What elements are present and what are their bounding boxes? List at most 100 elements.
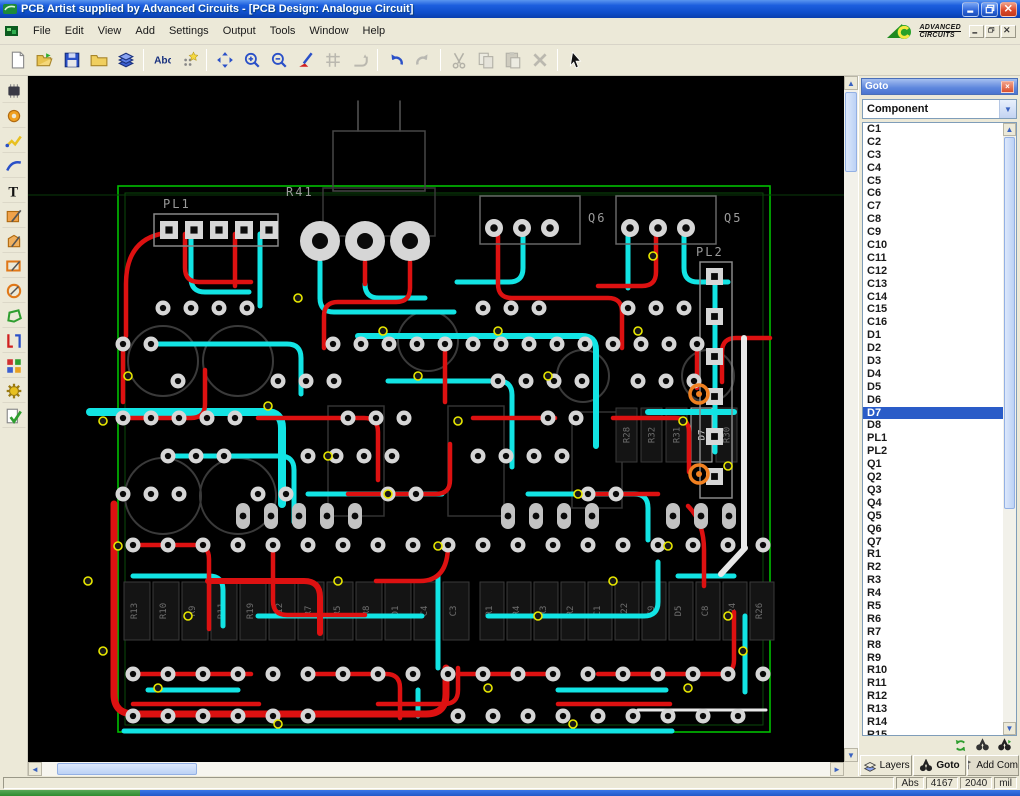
goto-list-scrollbar[interactable]: ▲ ▼ (1003, 123, 1016, 735)
add-text-button[interactable]: Abc (148, 47, 175, 74)
goto-list-item-r6[interactable]: R6 (863, 613, 1003, 626)
goto-list-item-r12[interactable]: R12 (863, 690, 1003, 703)
board-outline-tool-button[interactable] (2, 254, 26, 278)
design-folder-button[interactable] (85, 47, 112, 74)
canvas-horizontal-scrollbar[interactable]: ◄ ► (28, 762, 844, 776)
close-button[interactable] (1000, 2, 1017, 17)
copper-pour-tool-button[interactable] (2, 204, 26, 228)
goto-list-item-q4[interactable]: Q4 (863, 497, 1003, 510)
goto-list-item-d7[interactable]: D7 (863, 407, 1003, 420)
goto-list-item-r13[interactable]: R13 (863, 703, 1003, 716)
goto-list-item-c5[interactable]: C5 (863, 175, 1003, 188)
minimize-button[interactable] (962, 2, 979, 17)
goto-list-item-q2[interactable]: Q2 (863, 471, 1003, 484)
add-component-tool-button[interactable] (2, 79, 26, 103)
vertical-scroll-thumb[interactable] (845, 92, 857, 172)
mdi-minimize-button[interactable] (969, 25, 984, 38)
goto-list-item-r5[interactable]: R5 (863, 600, 1003, 613)
menu-item-settings[interactable]: Settings (162, 22, 216, 40)
toggle-grid-button[interactable] (319, 47, 346, 74)
goto-list-item-q5[interactable]: Q5 (863, 510, 1003, 523)
goto-list-item-c14[interactable]: C14 (863, 291, 1003, 304)
goto-list-item-r3[interactable]: R3 (863, 574, 1003, 587)
menu-item-edit[interactable]: Edit (58, 22, 91, 40)
scroll-right-icon[interactable]: ► (830, 762, 844, 776)
copy-button[interactable] (472, 47, 499, 74)
goto-list-item-c3[interactable]: C3 (863, 149, 1003, 162)
goto-list-item-c15[interactable]: C15 (863, 303, 1003, 316)
goto-list-item-r10[interactable]: R10 (863, 664, 1003, 677)
goto-list-item-d6[interactable]: D6 (863, 394, 1003, 407)
goto-list-item-d1[interactable]: D1 (863, 329, 1003, 342)
open-design-button[interactable] (31, 47, 58, 74)
horizontal-scroll-thumb[interactable] (57, 763, 197, 775)
cut-button[interactable] (445, 47, 472, 74)
polygon-shape-tool-button[interactable] (2, 304, 26, 328)
measure-tool-button[interactable] (2, 329, 26, 353)
canvas-vertical-scrollbar[interactable]: ▲ ▼ (844, 76, 858, 762)
view-all-button[interactable] (211, 47, 238, 74)
goto-list-item-r1[interactable]: R1 (863, 548, 1003, 561)
mdi-restore-button[interactable] (985, 25, 1000, 38)
track-tool-button[interactable] (2, 129, 26, 153)
goto-list-item-r11[interactable]: R11 (863, 677, 1003, 690)
locate-next-icon[interactable] (996, 738, 1012, 753)
goto-list-item-c7[interactable]: C7 (863, 200, 1003, 213)
tab-layers[interactable]: Layers (860, 755, 912, 776)
chevron-down-icon[interactable]: ▼ (999, 100, 1016, 118)
menu-item-add[interactable]: Add (128, 22, 162, 40)
goto-list-item-c12[interactable]: C12 (863, 265, 1003, 278)
redo-button[interactable] (409, 47, 436, 74)
goto-list-item-c9[interactable]: C9 (863, 226, 1003, 239)
goto-list-item-q3[interactable]: Q3 (863, 484, 1003, 497)
menu-item-tools[interactable]: Tools (263, 22, 303, 40)
component-bin-tool-button[interactable] (2, 354, 26, 378)
goto-list-item-d8[interactable]: D8 (863, 419, 1003, 432)
menu-item-help[interactable]: Help (356, 22, 393, 40)
goto-list-item-q6[interactable]: Q6 (863, 523, 1003, 536)
goto-list-item-r8[interactable]: R8 (863, 639, 1003, 652)
freehand-shape-tool-button[interactable] (2, 154, 26, 178)
text-tool-button[interactable]: T (2, 179, 26, 203)
flip-view-button[interactable] (346, 47, 373, 74)
scroll-left-icon[interactable]: ◄ (28, 762, 42, 776)
menu-item-view[interactable]: View (91, 22, 129, 40)
goto-list-item-d2[interactable]: D2 (863, 342, 1003, 355)
add-pad-button[interactable] (175, 47, 202, 74)
paste-button[interactable] (499, 47, 526, 74)
goto-list-item-d3[interactable]: D3 (863, 355, 1003, 368)
menu-item-output[interactable]: Output (216, 22, 263, 40)
goto-list-item-c1[interactable]: C1 (863, 123, 1003, 136)
list-scroll-thumb[interactable] (1004, 137, 1015, 509)
goto-type-select[interactable]: Component ▼ (862, 99, 1017, 119)
scroll-down-icon[interactable]: ▼ (844, 748, 858, 762)
close-panel-icon[interactable]: × (1001, 81, 1014, 93)
goto-list-item-c2[interactable]: C2 (863, 136, 1003, 149)
copper-area-tool-button[interactable] (2, 229, 26, 253)
goto-list-item-c13[interactable]: C13 (863, 278, 1003, 291)
delete-button[interactable] (526, 47, 553, 74)
redraw-screen-button[interactable] (292, 47, 319, 74)
goto-list-item-q7[interactable]: Q7 (863, 536, 1003, 549)
circle-shape-tool-button[interactable] (2, 279, 26, 303)
new-design-button[interactable] (4, 47, 31, 74)
save-design-button[interactable] (58, 47, 85, 74)
goto-list-item-d5[interactable]: D5 (863, 381, 1003, 394)
start-button[interactable] (0, 790, 140, 796)
goto-list-item-c16[interactable]: C16 (863, 316, 1003, 329)
locate-previous-icon[interactable] (974, 738, 990, 753)
mdi-close-button[interactable] (1001, 25, 1016, 38)
scroll-up-icon[interactable]: ▲ (1003, 123, 1016, 136)
scroll-down-icon[interactable]: ▼ (1003, 722, 1016, 735)
scroll-up-icon[interactable]: ▲ (844, 76, 858, 90)
pad-tool-button[interactable] (2, 104, 26, 128)
pcb-canvas[interactable]: R13R10R9R11R19R12R7R5R8D1C4C3R1R4R3R2C1R… (28, 76, 844, 762)
zoom-out-button[interactable] (265, 47, 292, 74)
goto-list-item-c4[interactable]: C4 (863, 162, 1003, 175)
refresh-icon[interactable] (952, 738, 968, 753)
tab-addcom[interactable]: Add Com... (967, 755, 1019, 776)
menu-item-file[interactable]: File (26, 22, 58, 40)
goto-list-item-d4[interactable]: D4 (863, 368, 1003, 381)
undo-button[interactable] (382, 47, 409, 74)
zoom-in-button[interactable] (238, 47, 265, 74)
